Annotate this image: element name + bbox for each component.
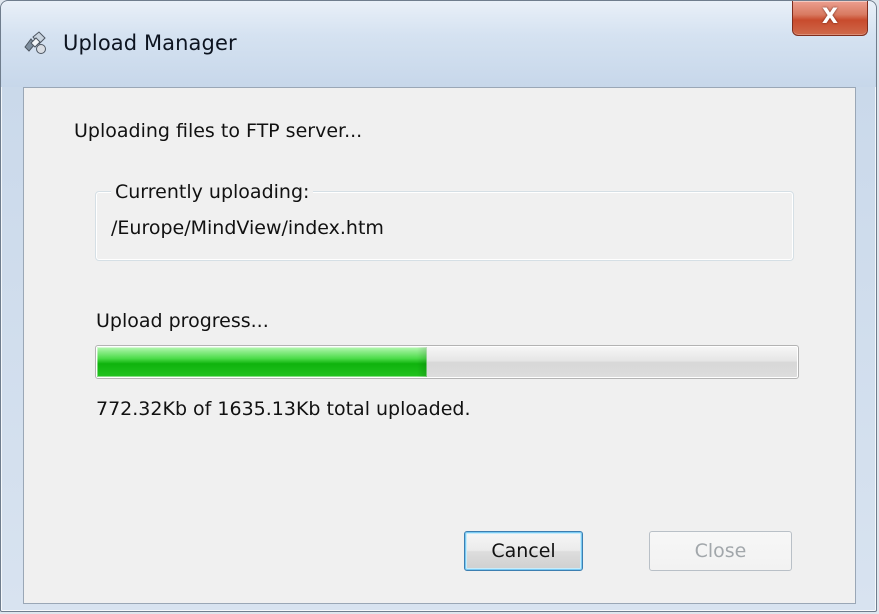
upload-progress-fill	[97, 347, 428, 377]
upload-progress-label: Upload progress...	[96, 310, 269, 332]
close-button: Close	[649, 531, 792, 571]
window-title: Upload Manager	[63, 31, 237, 55]
current-upload-caption: Currently uploading:	[111, 179, 314, 205]
upload-manager-window: Upload Manager X Uploading files to FTP …	[0, 0, 877, 612]
cancel-button[interactable]: Cancel	[464, 531, 583, 571]
upload-status-text: Uploading files to FTP server...	[74, 120, 363, 142]
upload-progress-bar	[95, 345, 799, 379]
upload-progress-summary: 772.32Kb of 1635.13Kb total uploaded.	[96, 398, 471, 420]
window-close-button[interactable]: X	[792, 1, 868, 36]
close-icon: X	[821, 4, 839, 28]
current-file-path: /Europe/MindView/index.htm	[111, 217, 384, 239]
upload-manager-icon	[21, 29, 49, 57]
title-bar: Upload Manager X	[1, 1, 876, 87]
